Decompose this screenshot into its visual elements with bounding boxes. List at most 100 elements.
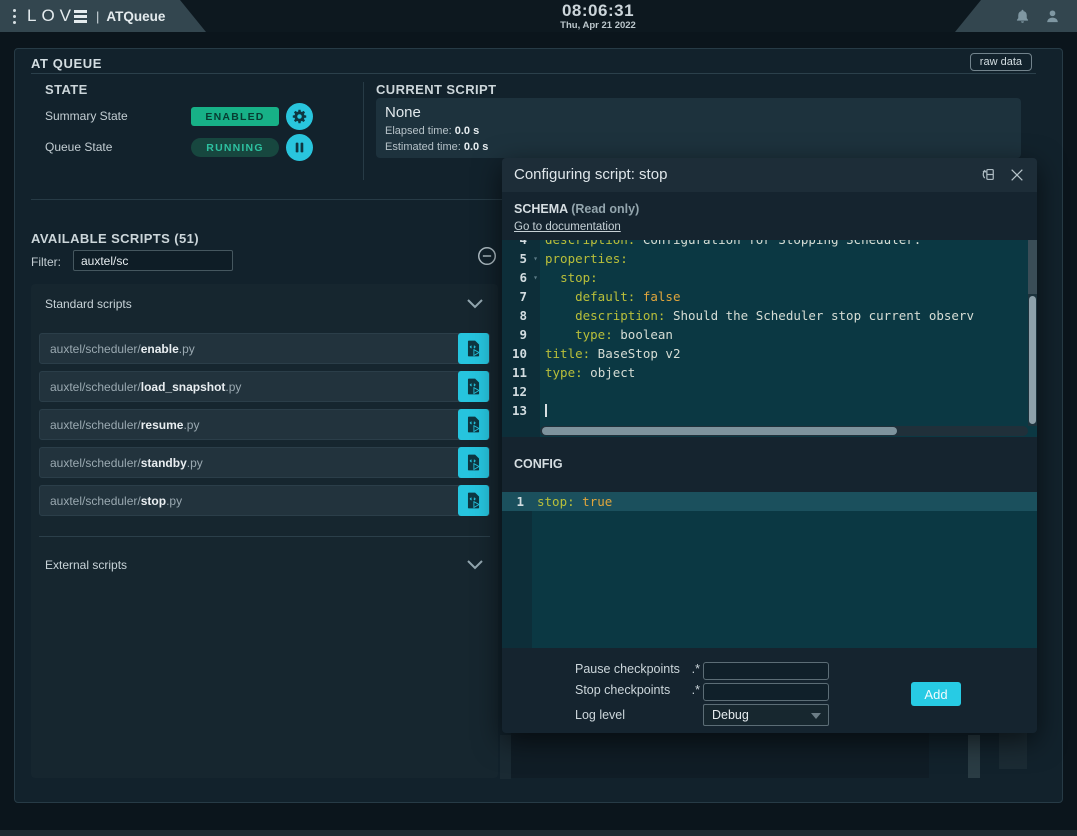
estimated-value: 0.0 s — [464, 141, 488, 153]
run-script-icon — [464, 453, 483, 472]
script-path: auxtel/scheduler/enable.py — [40, 342, 195, 356]
vertical-scrollbar[interactable] — [1028, 240, 1037, 426]
schema-editor[interactable]: 45▾6▾78910111213 description: Configurat… — [502, 240, 1037, 437]
schema-gutter: 45▾6▾78910111213 — [502, 240, 540, 437]
code-line[interactable]: type: boolean — [540, 325, 1028, 344]
code-line[interactable]: title: BaseStop v2 — [540, 344, 1028, 363]
schema-label: SCHEMA — [514, 202, 568, 216]
line-number: 1 — [502, 492, 532, 511]
pause-checkpoints-hint: .* — [692, 662, 700, 676]
add-button[interactable]: Add — [911, 682, 961, 706]
title-divider — [31, 73, 1036, 74]
launch-script-button[interactable] — [458, 371, 489, 402]
line-number: 11 — [502, 363, 540, 382]
line-number: 13 — [502, 401, 540, 420]
fold-arrow-icon[interactable]: ▾ — [533, 249, 538, 268]
script-list-item[interactable]: auxtel/scheduler/standby.py — [39, 447, 490, 478]
estimated-time: Estimated time: 0.0 s — [385, 141, 1012, 153]
app-title: ATQueue — [106, 9, 165, 24]
queue-state-label: Queue State — [45, 140, 112, 154]
launch-script-button[interactable] — [458, 333, 489, 364]
schema-section-title: SCHEMA (Read only) — [514, 202, 639, 216]
detach-window-icon — [980, 166, 998, 183]
launch-script-button[interactable] — [458, 447, 489, 478]
background-panel-fragment — [500, 735, 511, 779]
pause-checkpoints-row: Pause checkpoints .* — [575, 662, 700, 676]
script-list-item[interactable]: auxtel/scheduler/load_snapshot.py — [39, 371, 490, 402]
config-editor[interactable]: 1 stop: true — [502, 492, 1037, 648]
launch-script-button[interactable] — [458, 409, 489, 440]
summary-state-label: Summary State — [45, 109, 128, 123]
code-line[interactable] — [540, 401, 1028, 420]
code-line[interactable]: stop: true — [532, 492, 1037, 511]
text-cursor — [545, 404, 547, 417]
pause-checkpoints-input[interactable] — [703, 662, 829, 680]
launch-script-button[interactable] — [458, 485, 489, 516]
stop-checkpoints-label: Stop checkpoints — [575, 683, 670, 697]
fold-arrow-icon[interactable]: ▾ — [533, 268, 538, 287]
love-logo: LOV | ATQueue — [27, 6, 165, 26]
logo-e-bars-icon — [74, 10, 87, 23]
state-section-title: STATE — [45, 82, 88, 97]
filter-input[interactable] — [73, 250, 233, 271]
documentation-link[interactable]: Go to documentation — [514, 221, 621, 233]
modal-title: Configuring script: stop — [514, 166, 667, 183]
current-script-title: CURRENT SCRIPT — [376, 82, 496, 97]
standard-scripts-header[interactable]: Standard scripts — [45, 297, 132, 311]
code-line[interactable] — [540, 382, 1028, 401]
log-level-label: Log level — [575, 708, 625, 722]
summary-state-gear-button[interactable] — [286, 103, 313, 130]
stop-checkpoints-input[interactable] — [703, 683, 829, 701]
line-number: 9 — [502, 325, 540, 344]
pause-queue-button[interactable] — [286, 134, 313, 161]
close-modal-button[interactable] — [1009, 167, 1025, 183]
current-script-panel: None Elapsed time: 0.0 s Estimated time:… — [376, 98, 1021, 158]
code-line[interactable]: description: Should the Scheduler stop c… — [540, 306, 1028, 325]
stop-checkpoints-hint: .* — [692, 683, 700, 697]
code-line[interactable]: type: object — [540, 363, 1028, 382]
logo-text: LOV — [27, 6, 76, 26]
code-line[interactable]: properties: — [540, 249, 1028, 268]
script-list-item[interactable]: auxtel/scheduler/stop.py — [39, 485, 490, 516]
external-scripts-header[interactable]: External scripts — [45, 558, 127, 572]
schema-code[interactable]: description: Configuration for Stopping … — [540, 240, 1028, 437]
scrollbar-thumb[interactable] — [1029, 296, 1036, 424]
chevron-down-icon[interactable] — [466, 557, 484, 575]
state-divider — [363, 82, 364, 180]
raw-data-button[interactable]: raw data — [970, 53, 1032, 71]
log-level-value: Debug — [712, 708, 749, 722]
log-level-select[interactable]: Debug — [703, 704, 829, 726]
script-path: auxtel/scheduler/resume.py — [40, 418, 199, 432]
clock-time: 08:06:31 — [478, 2, 718, 19]
script-list-item[interactable]: auxtel/scheduler/resume.py — [39, 409, 490, 440]
available-scripts-title: AVAILABLE SCRIPTS (51) — [31, 231, 199, 246]
script-list-item[interactable]: auxtel/scheduler/enable.py — [39, 333, 490, 364]
elapsed-value: 0.0 s — [455, 125, 479, 137]
filter-label: Filter: — [31, 255, 61, 269]
notifications-bell-icon[interactable] — [1014, 8, 1031, 25]
script-path: auxtel/scheduler/standby.py — [40, 456, 203, 470]
screen: LOV | ATQueue 08:06:31 Thu, Apr 21 2022 … — [0, 0, 1077, 836]
run-script-icon — [464, 339, 483, 358]
menu-icon[interactable] — [0, 9, 27, 24]
scrollbar-thumb[interactable] — [542, 427, 897, 435]
log-level-row: Log level — [575, 708, 700, 722]
code-line[interactable]: description: Configuration for Stopping … — [540, 240, 1028, 249]
topbar-right-wing — [955, 0, 1077, 32]
background-panel-fragment — [999, 733, 1027, 769]
clock: 08:06:31 Thu, Apr 21 2022 — [478, 2, 718, 31]
detach-window-button[interactable] — [980, 166, 998, 183]
code-line[interactable]: default: false — [540, 287, 1028, 306]
chevron-down-icon[interactable] — [466, 296, 484, 314]
line-number: 8 — [502, 306, 540, 325]
bottom-strip — [0, 830, 1077, 836]
gear-icon — [291, 108, 308, 125]
chevron-down-icon — [811, 713, 821, 719]
page-title: AT QUEUE — [31, 56, 102, 71]
horizontal-scrollbar[interactable] — [540, 426, 1028, 436]
collapse-section-button[interactable] — [476, 245, 498, 267]
user-icon[interactable] — [1044, 8, 1061, 25]
code-line[interactable]: stop: — [540, 268, 1028, 287]
schema-readonly-label: (Read only) — [571, 202, 639, 216]
config-code[interactable]: stop: true — [532, 492, 1037, 648]
